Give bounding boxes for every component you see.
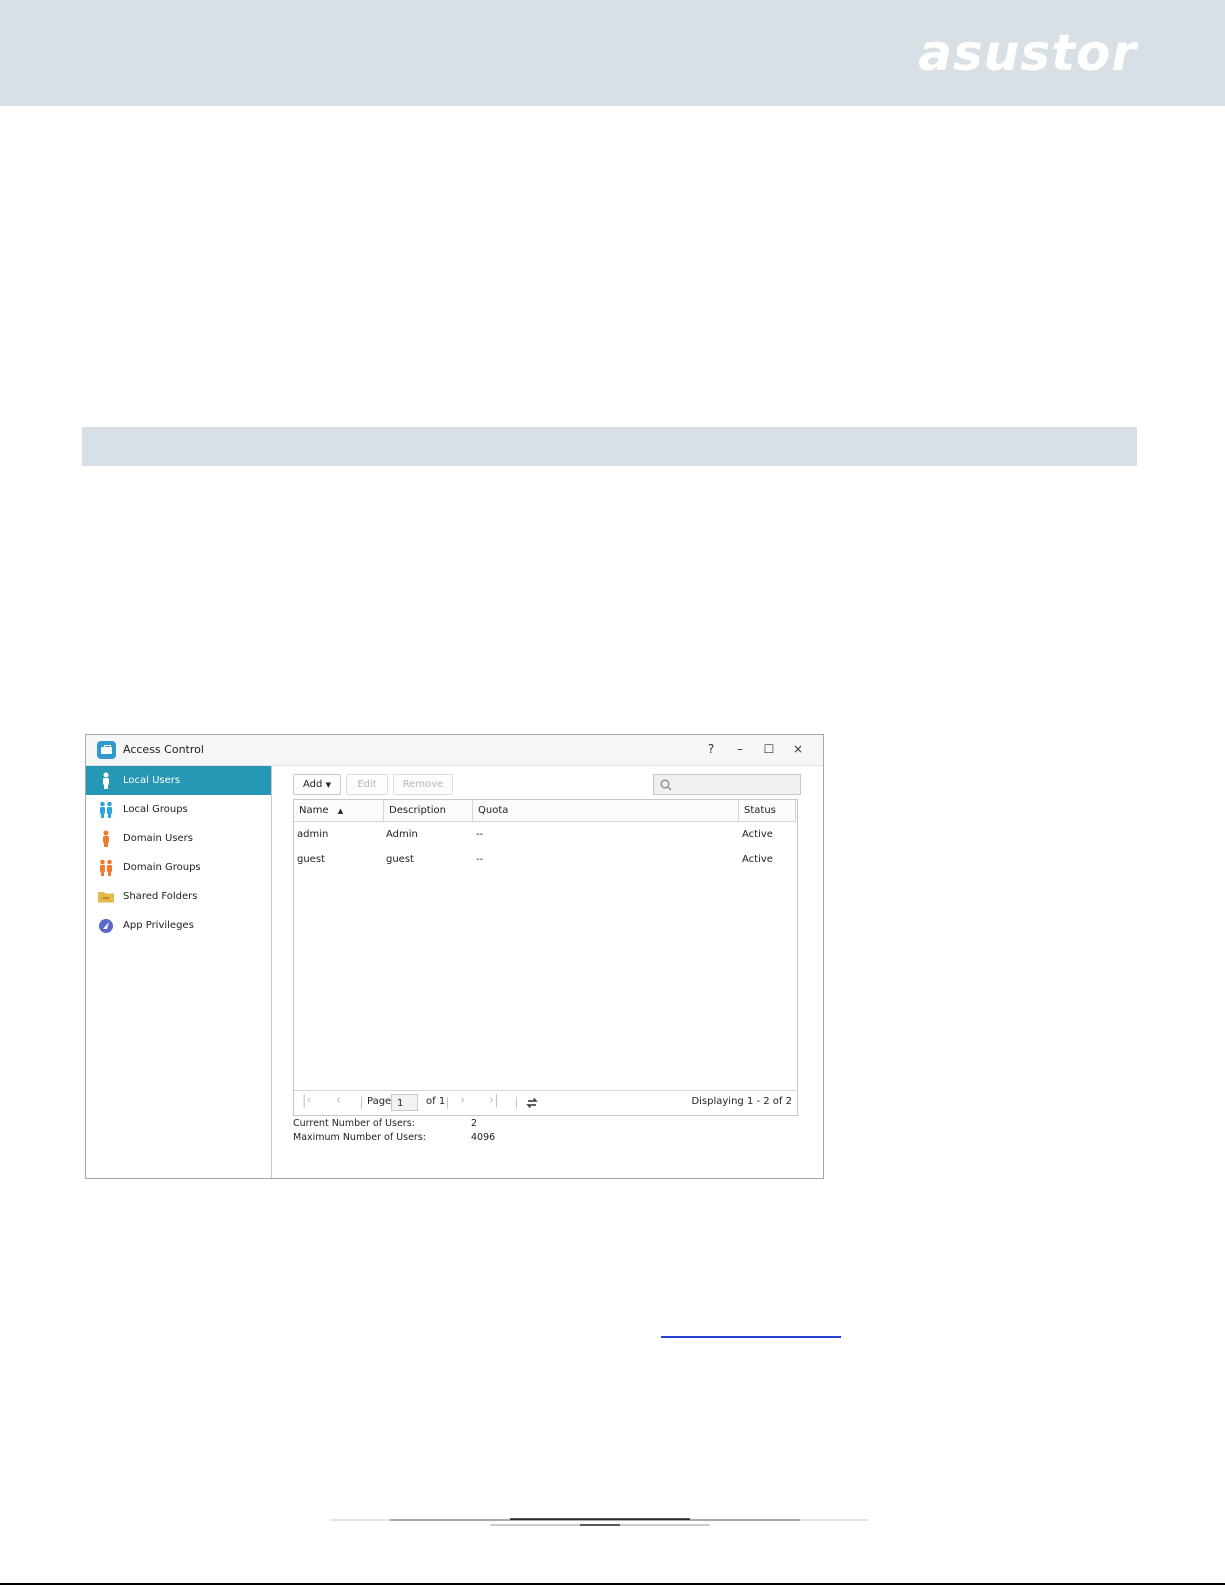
page-header-banner: asustor bbox=[0, 0, 1225, 106]
footer-decoration bbox=[330, 1518, 868, 1526]
access-control-app-icon bbox=[97, 741, 116, 759]
sidebar-item-app-privileges[interactable]: App Privileges bbox=[86, 911, 271, 940]
app-privileges-icon bbox=[99, 919, 113, 933]
sidebar-item-local-users[interactable]: Local Users bbox=[86, 766, 271, 795]
sidebar-item-label: Domain Groups bbox=[123, 862, 201, 873]
cell-description: guest bbox=[386, 854, 414, 865]
users-table: Name ▲ Description Quota Status admin Ad… bbox=[293, 799, 798, 1116]
domain-group-icon bbox=[100, 859, 112, 876]
sidebar: Local Users Local Groups Domain Users Do… bbox=[86, 766, 272, 1178]
table-row[interactable]: guest guest -- Active bbox=[294, 848, 797, 873]
domain-user-icon bbox=[103, 830, 109, 847]
column-header-quota[interactable]: Quota bbox=[473, 800, 739, 822]
cell-quota: -- bbox=[476, 829, 484, 840]
pager-divider bbox=[361, 1097, 362, 1109]
max-users-label: Maximum Number of Users: bbox=[293, 1132, 426, 1143]
cell-status: Active bbox=[742, 829, 773, 840]
help-button[interactable]: ? bbox=[702, 740, 720, 758]
displaying-count: Displaying 1 - 2 of 2 bbox=[691, 1096, 792, 1107]
search-icon bbox=[660, 779, 672, 791]
page-number-input[interactable]: 1 bbox=[391, 1094, 418, 1111]
main-content: Add ▼ Edit Remove Name ▲ Description Quo… bbox=[272, 766, 823, 1178]
remove-button[interactable]: Remove bbox=[393, 774, 453, 795]
sidebar-item-local-groups[interactable]: Local Groups bbox=[86, 795, 271, 824]
user-icon bbox=[103, 772, 109, 789]
current-users-label: Current Number of Users: bbox=[293, 1118, 415, 1129]
max-users-value: 4096 bbox=[471, 1132, 496, 1143]
table-row[interactable]: admin Admin -- Active bbox=[294, 823, 797, 848]
first-page-icon[interactable]: |‹ bbox=[302, 1093, 312, 1108]
window-title: Access Control bbox=[123, 743, 204, 756]
sort-ascending-icon: ▲ bbox=[337, 807, 344, 815]
add-button[interactable]: Add ▼ bbox=[293, 774, 341, 795]
sidebar-item-label: App Privileges bbox=[123, 920, 194, 931]
pagination-bar: |‹ ‹ Page 1 of 1 › ›| Displaying 1 - 2 o… bbox=[294, 1090, 797, 1115]
cell-description: Admin bbox=[386, 829, 418, 840]
chevron-down-icon: ▼ bbox=[325, 781, 331, 789]
next-page-icon[interactable]: › bbox=[460, 1093, 465, 1108]
hyperlink-underline[interactable] bbox=[661, 1335, 841, 1338]
column-header-name[interactable]: Name ▲ bbox=[294, 800, 384, 822]
last-page-icon[interactable]: ›| bbox=[489, 1093, 499, 1108]
pager-divider bbox=[447, 1097, 448, 1109]
sidebar-item-label: Local Users bbox=[123, 775, 181, 786]
group-icon bbox=[100, 801, 112, 818]
search-input[interactable] bbox=[653, 774, 801, 795]
page-label: Page bbox=[367, 1096, 392, 1107]
asustor-logo: asustor bbox=[918, 24, 1137, 82]
page-count-label: of 1 bbox=[426, 1096, 446, 1107]
sidebar-item-label: Shared Folders bbox=[123, 891, 198, 902]
access-control-window: Access Control ? – ☐ × Local Users Local… bbox=[85, 734, 824, 1179]
refresh-icon[interactable] bbox=[526, 1097, 538, 1109]
minimize-button[interactable]: – bbox=[731, 740, 749, 758]
column-header-description[interactable]: Description bbox=[384, 800, 473, 822]
pager-divider bbox=[516, 1097, 517, 1109]
window-titlebar: Access Control ? – ☐ × bbox=[86, 735, 823, 766]
sidebar-item-label: Local Groups bbox=[123, 804, 188, 815]
previous-page-icon[interactable]: ‹ bbox=[336, 1093, 341, 1108]
current-users-value: 2 bbox=[471, 1118, 478, 1129]
cell-quota: -- bbox=[476, 854, 484, 865]
sidebar-item-label: Domain Users bbox=[123, 833, 193, 844]
section-heading-bar bbox=[82, 427, 1137, 466]
edit-button[interactable]: Edit bbox=[346, 774, 388, 795]
sidebar-item-shared-folders[interactable]: Shared Folders bbox=[86, 882, 271, 911]
cell-name: guest bbox=[297, 854, 325, 865]
folder-icon bbox=[98, 892, 114, 903]
cell-status: Active bbox=[742, 854, 773, 865]
sidebar-item-domain-groups[interactable]: Domain Groups bbox=[86, 853, 271, 882]
cell-name: admin bbox=[297, 829, 329, 840]
close-button[interactable]: × bbox=[789, 740, 807, 758]
add-button-label: Add bbox=[303, 779, 323, 790]
maximize-button[interactable]: ☐ bbox=[760, 740, 778, 758]
sidebar-item-domain-users[interactable]: Domain Users bbox=[86, 824, 271, 853]
column-header-status[interactable]: Status bbox=[739, 800, 796, 822]
